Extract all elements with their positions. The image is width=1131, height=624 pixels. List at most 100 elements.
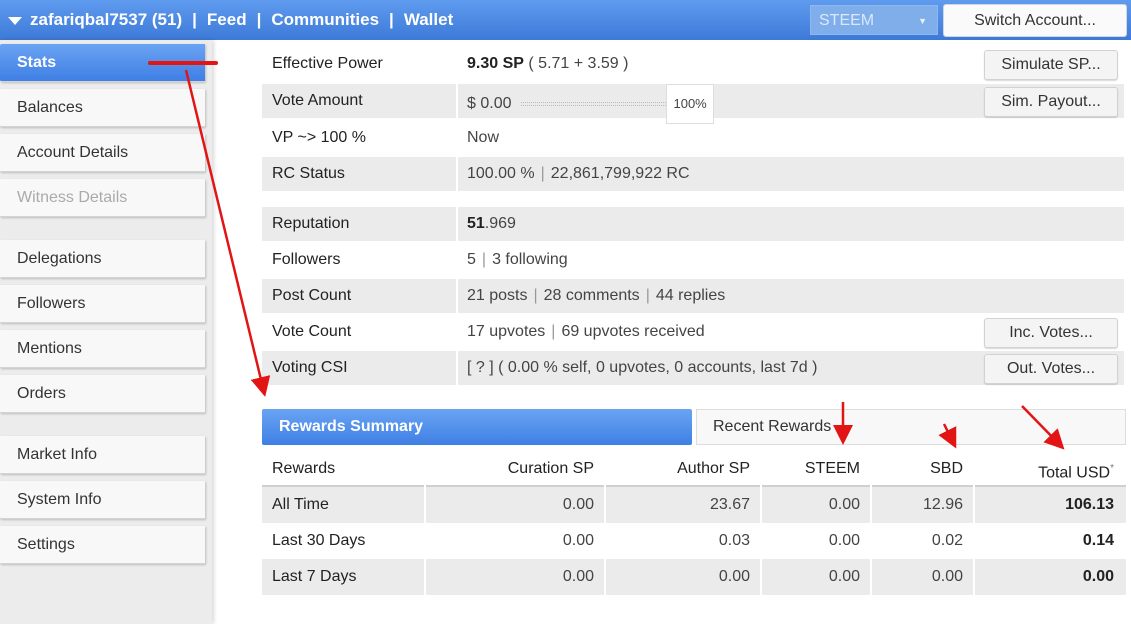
- column-header-steem: STEEM: [804, 460, 860, 477]
- stat-label: Vote Amount: [272, 92, 363, 109]
- top-header: zafariqbal7537 (51) | Feed | Communities…: [0, 0, 1131, 40]
- steem-cell: 0.00: [828, 532, 860, 549]
- posts-count: 21 posts: [467, 287, 528, 304]
- table-row-last-30-days: Last 30 Days 0.00 0.03 0.00 0.02 0.14: [262, 523, 1126, 559]
- vp-value: Now: [467, 129, 500, 146]
- chain-select[interactable]: STEEM ▼: [810, 5, 938, 35]
- sidebar-item-system-info[interactable]: System Info: [0, 481, 205, 519]
- rc-status-value: 100.00 % | 22,861,799,922 RC: [467, 165, 690, 182]
- row-label: Last 30 Days: [272, 532, 366, 549]
- sidebar-item-market-info[interactable]: Market Info: [0, 436, 205, 474]
- effective-power-detail: ( 5.71 + 3.59 ): [528, 55, 629, 72]
- row-divider: [456, 279, 458, 313]
- column-header-rewards: Rewards: [272, 460, 336, 477]
- sidebar-item-orders[interactable]: Orders: [0, 375, 205, 413]
- tab-rewards-summary[interactable]: Rewards Summary: [262, 409, 692, 445]
- stat-label: VP ~> 100 %: [272, 129, 366, 146]
- stat-row-rc-status: RC Status 100.00 % | 22,861,799,922 RC: [262, 157, 1124, 191]
- row-divider: [456, 351, 458, 385]
- switch-account-button[interactable]: Switch Account...: [943, 4, 1127, 37]
- steem-cell: 0.00: [828, 568, 860, 585]
- curation-sp-cell: 0.00: [562, 532, 594, 549]
- replies-count: 44 replies: [655, 287, 726, 304]
- vote-amount-usd: $ 0.00: [467, 95, 512, 113]
- stat-label: Post Count: [272, 287, 352, 304]
- row-label: All Time: [272, 496, 329, 513]
- column-header-curation-sp: Curation SP: [507, 460, 594, 477]
- sbd-cell: 12.96: [922, 496, 963, 513]
- sidebar-item-settings[interactable]: Settings: [0, 526, 205, 564]
- nav-feed-link[interactable]: Feed: [207, 10, 247, 30]
- nav-wallet-link[interactable]: Wallet: [404, 10, 453, 30]
- followers-count: 5: [467, 251, 476, 268]
- tab-recent-rewards[interactable]: Recent Rewards: [696, 409, 1126, 445]
- reputation-frac: .969: [484, 215, 516, 232]
- curation-sp-cell: 0.00: [562, 496, 594, 513]
- effective-power-value: 9.30 SP ( 5.71 + 3.59 ): [467, 47, 628, 81]
- sim-payout-button[interactable]: Sim. Payout...: [984, 87, 1118, 117]
- sbd-cell: 0.02: [931, 532, 963, 549]
- effective-power-sp: 9.30 SP: [467, 55, 524, 72]
- dropdown-caret-icon[interactable]: [8, 17, 22, 25]
- stat-label: Vote Count: [272, 323, 352, 340]
- table-header-row: Rewards Curation SP Author SP STEEM SBD …: [262, 451, 1126, 487]
- author-sp-cell: 0.03: [718, 532, 750, 549]
- rc-percent: 100.00 %: [467, 165, 535, 182]
- row-label: Last 7 Days: [272, 568, 357, 585]
- column-header-sbd: SBD: [930, 460, 963, 477]
- sidebar-item-delegations[interactable]: Delegations: [0, 240, 205, 278]
- curation-sp-cell: 0.00: [562, 568, 594, 585]
- total-usd-cell: 106.13: [1065, 496, 1114, 513]
- reputation-value: 51.969: [467, 207, 516, 241]
- row-divider: [456, 157, 458, 191]
- vote-weight-slider[interactable]: [521, 102, 667, 106]
- stat-row-vote-count: Vote Count 17 upvotes | 69 upvotes receive…: [262, 315, 1124, 349]
- footnote-marker: *: [1110, 463, 1114, 474]
- row-divider: [456, 84, 458, 118]
- sidebar-item-balances[interactable]: Balances: [0, 89, 205, 127]
- vote-weight-percent: 100%: [666, 84, 714, 124]
- stat-row-reputation: Reputation 51.969: [262, 207, 1124, 241]
- sbd-cell: 0.00: [931, 568, 963, 585]
- upvotes-count: 17 upvotes: [467, 323, 546, 340]
- out-votes-button[interactable]: Out. Votes...: [984, 354, 1118, 384]
- reputation-int: 51: [467, 215, 485, 232]
- sidebar-item-followers[interactable]: Followers: [0, 285, 205, 323]
- vote-count-value: 17 upvotes | 69 upvotes received: [467, 323, 705, 340]
- stat-row-vp: VP ~> 100 % Now: [262, 121, 1124, 155]
- voting-csi-value: [ ? ] ( 0.00 % self, 0 upvotes, 0 accoun…: [467, 359, 818, 376]
- nav-communities-link[interactable]: Communities: [271, 10, 379, 30]
- header-nav: zafariqbal7537 (51) | Feed | Communities…: [8, 0, 453, 40]
- stat-row-vote-amount: Vote Amount $ 0.00 100% Sim. Payout...: [262, 84, 1124, 124]
- post-count-value: 21 posts | 28 comments | 44 replies: [467, 287, 726, 304]
- upvotes-received-count: 69 upvotes received: [561, 323, 705, 340]
- author-sp-cell: 23.67: [709, 496, 750, 513]
- chevron-down-icon: ▼: [918, 16, 927, 26]
- author-sp-cell: 0.00: [718, 568, 750, 585]
- rc-amount: 22,861,799,922 RC: [550, 165, 690, 182]
- stat-label: Voting CSI: [272, 359, 348, 376]
- following-count: 3 following: [492, 251, 568, 268]
- total-usd-cell: 0.14: [1082, 532, 1114, 549]
- chain-select-value: STEEM: [819, 12, 875, 29]
- stat-row-post-count: Post Count 21 posts | 28 comments | 44 repli…: [262, 279, 1124, 313]
- steem-cell: 0.00: [828, 496, 860, 513]
- row-divider: [456, 207, 458, 241]
- inc-votes-button[interactable]: Inc. Votes...: [984, 318, 1118, 348]
- nav-separator: |: [256, 10, 262, 29]
- table-row-all-time: All Time 0.00 23.67 0.00 12.96 106.13: [262, 487, 1126, 523]
- sidebar-item-stats[interactable]: Stats: [0, 44, 205, 82]
- sidebar-item-mentions[interactable]: Mentions: [0, 330, 205, 368]
- total-usd-cell: 0.00: [1082, 568, 1114, 585]
- nav-separator: |: [192, 10, 197, 29]
- followers-value: 5 | 3 following: [467, 251, 568, 268]
- stat-label: Effective Power: [272, 55, 383, 72]
- sidebar-item-account-details[interactable]: Account Details: [0, 134, 205, 172]
- account-name-link[interactable]: zafariqbal7537 (51): [30, 10, 182, 30]
- column-header-total-usd: Total USD*: [1038, 463, 1114, 482]
- stat-row-voting-csi: Voting CSI [ ? ] ( 0.00 % self, 0 upvote…: [262, 351, 1124, 385]
- simulate-sp-button[interactable]: Simulate SP...: [984, 50, 1118, 80]
- sidebar-item-witness-details: Witness Details: [0, 179, 205, 217]
- stat-label: RC Status: [272, 165, 345, 182]
- stat-row-followers: Followers 5 | 3 following: [262, 243, 1124, 277]
